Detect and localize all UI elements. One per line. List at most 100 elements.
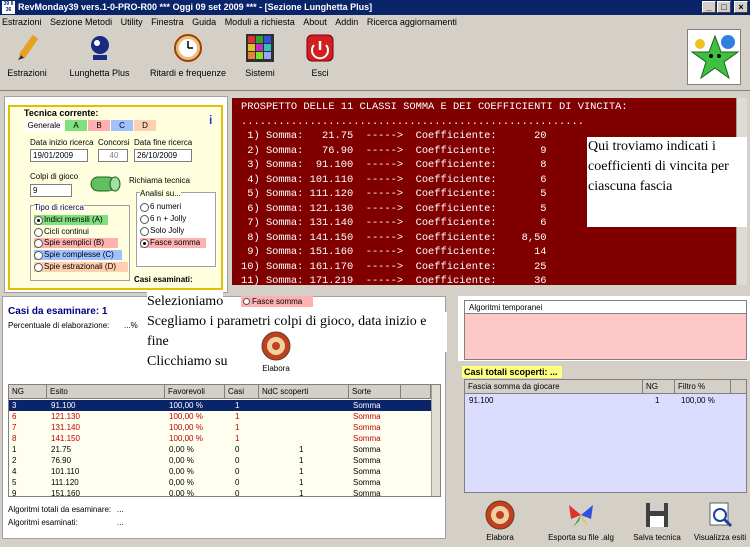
target-icon: [485, 500, 515, 530]
radio-cicli-continui[interactable]: Cicli continui: [34, 227, 89, 237]
table-cell: Somma: [353, 456, 381, 465]
fasce-row[interactable]: 91.100 1 100,00 %: [465, 395, 747, 406]
fasce-grid[interactable]: Fascia somma da giocare NG Filtro % 91.1…: [464, 379, 747, 493]
col-fascia[interactable]: Fascia somma da giocare: [465, 380, 643, 394]
estrazioni-button[interactable]: Estrazioni: [4, 33, 50, 78]
tecnica-title: Tecnica corrente:: [24, 108, 99, 118]
data-inizio-label: Data inizio ricerca: [30, 138, 94, 147]
table-cell: 0,00 %: [169, 478, 194, 487]
results-grid[interactable]: NG Esito Favorevoli Casi NdC scoperti So…: [8, 384, 441, 497]
salva-tecnica-button[interactable]: Salva tecnica: [630, 499, 684, 542]
info-icon[interactable]: i: [209, 113, 219, 127]
ritardi-frequenze-button[interactable]: Ritardi e frequenze: [142, 33, 234, 78]
table-row[interactable]: 1 21.75 0,00 % 0 1 Somma: [9, 444, 431, 455]
toolbar: Estrazioni Lunghetta Plus Ritardi e freq…: [0, 29, 750, 91]
table-row[interactable]: 7 131.140 100,00 % 1 Somma: [9, 422, 431, 433]
table-cell: 111.120: [51, 478, 79, 487]
radio-indici-mensili[interactable]: Indici mensili (A): [34, 215, 108, 225]
tab-d[interactable]: D: [134, 120, 156, 131]
annot-parametri: Scegliamo i parametri colpi di gioco, da…: [147, 312, 447, 352]
elabora-button[interactable]: Elabora: [476, 499, 524, 542]
table-row[interactable]: 4 101.110 0,00 % 0 1 Somma: [9, 466, 431, 477]
table-cell: 0,00 %: [169, 456, 194, 465]
table-cell: 100,00 %: [169, 423, 203, 432]
colpi-select[interactable]: 9: [30, 184, 72, 197]
close-button[interactable]: ×: [734, 1, 748, 13]
col-ndc[interactable]: NdC scoperti: [259, 385, 349, 399]
radio-6n-jolly[interactable]: 6 n + Jolly: [140, 214, 186, 224]
radio-spie-semplici[interactable]: Spie semplici (B): [34, 238, 118, 248]
table-cell: 1: [235, 412, 240, 421]
prospetto-row: 10) Somma: 161.170 -----> Coefficiente: …: [241, 260, 547, 273]
algoritmi-temporanei-list[interactable]: Algoritmi temporanei: [464, 300, 747, 360]
table-cell: 0,00 %: [169, 467, 194, 476]
col-filtro[interactable]: Filtro %: [675, 380, 731, 394]
radio-6-numeri[interactable]: 6 numeri: [140, 202, 181, 212]
table-cell: 5: [12, 478, 17, 487]
radio-spie-complesse[interactable]: Spie complesse (C): [34, 250, 122, 260]
tab-a[interactable]: A: [65, 120, 87, 131]
tab-b[interactable]: B: [88, 120, 110, 131]
target-icon: [261, 331, 291, 361]
table-cell: 0: [235, 445, 240, 454]
minimize-button[interactable]: _: [702, 1, 716, 13]
menu-guida[interactable]: Guida: [192, 17, 216, 27]
tecnica-panel: Tecnica corrente: Generale A B C D i Dat…: [8, 105, 223, 290]
richiama-tecnica-label: Richiama tecnica: [129, 176, 190, 185]
radio-spie-estrazionali[interactable]: Spie estrazionali (D): [34, 262, 128, 272]
table-row[interactable]: 6 121.130 100,00 % 1 Somma: [9, 411, 431, 422]
menu-ricerca-aggiornamenti[interactable]: Ricerca aggiornamenti: [367, 17, 457, 27]
menu-sezione-metodi[interactable]: Sezione Metodi: [50, 17, 112, 27]
window-title: RevMonday39 vers.1-0-PRO-R00 *** Oggi 09…: [18, 2, 373, 12]
table-cell: 0: [235, 489, 240, 497]
table-row[interactable]: 2 76.90 0,00 % 0 1 Somma: [9, 455, 431, 466]
annot-clicchiamo: Clicchiamo su: [147, 352, 228, 372]
col-esito[interactable]: Esito: [47, 385, 165, 399]
visualizza-esiti-button[interactable]: Visualizza esiti: [692, 499, 748, 542]
col-ng[interactable]: NG: [9, 385, 47, 399]
table-row[interactable]: 3 91.100 100,00 % 1 Somma: [9, 400, 431, 411]
table-row[interactable]: 8 141.150 100,00 % 1 Somma: [9, 433, 431, 444]
percent-value: ...%: [124, 321, 138, 330]
tab-c[interactable]: C: [111, 120, 133, 131]
table-cell: Somma: [353, 467, 381, 476]
data-inizio-field[interactable]: 19/01/2009: [30, 149, 88, 162]
table-cell: Somma: [353, 412, 381, 421]
esci-button[interactable]: Esci: [300, 33, 340, 78]
col-fascia-ng[interactable]: NG: [643, 380, 675, 394]
col-favorevoli[interactable]: Favorevoli: [165, 385, 225, 399]
esporta-button[interactable]: Esporta su file .alg: [544, 499, 618, 542]
radio-solo-jolly[interactable]: Solo Jolly: [140, 226, 184, 236]
menu-moduli[interactable]: Moduli a richiesta: [225, 17, 295, 27]
table-cell: 101.110: [51, 467, 80, 476]
data-fine-field[interactable]: 26/10/2009: [134, 149, 192, 162]
tipo-ricerca-title: Tipo di ricerca: [34, 203, 84, 212]
clock-icon: [173, 33, 203, 63]
menu-estrazioni[interactable]: Estrazioni: [2, 17, 42, 27]
lunghetta-plus-button[interactable]: Lunghetta Plus: [62, 33, 137, 78]
col-sorte[interactable]: Sorte: [349, 385, 401, 399]
grid-scrollbar[interactable]: [431, 385, 440, 496]
percent-label: Percentuale di elaborazione:: [8, 321, 110, 330]
menu-utility[interactable]: Utility: [121, 17, 143, 27]
maximize-button[interactable]: □: [717, 1, 731, 13]
menu-addin[interactable]: Addin: [335, 17, 358, 27]
title-bar: 39 II 36 RevMonday39 vers.1-0-PRO-R00 **…: [0, 0, 750, 15]
table-row[interactable]: 5 111.120 0,00 % 0 1 Somma: [9, 477, 431, 488]
concorsi-field: 40: [98, 149, 128, 162]
tab-generale[interactable]: Generale: [24, 120, 64, 131]
richiama-tecnica-icon[interactable]: [87, 169, 123, 199]
table-cell: Somma: [353, 423, 381, 432]
sistemi-button[interactable]: Sistemi: [240, 33, 280, 78]
col-casi[interactable]: Casi: [225, 385, 259, 399]
colpi-label: Colpi di gioco: [30, 172, 79, 181]
radio-fasce-somma[interactable]: Fasce somma: [140, 238, 206, 248]
table-cell: Somma: [353, 401, 381, 410]
annotation-istruzioni: Selezioniamo Fasce somma Scegliamo i par…: [147, 292, 447, 372]
table-cell: 1: [235, 423, 240, 432]
menu-about[interactable]: About: [303, 17, 327, 27]
table-cell: 0,00 %: [169, 489, 194, 497]
algo-esaminati-value: ...: [117, 518, 124, 527]
table-row[interactable]: 9 151.160 0,00 % 0 1 Somma: [9, 488, 431, 497]
menu-finestra[interactable]: Finestra: [151, 17, 184, 27]
